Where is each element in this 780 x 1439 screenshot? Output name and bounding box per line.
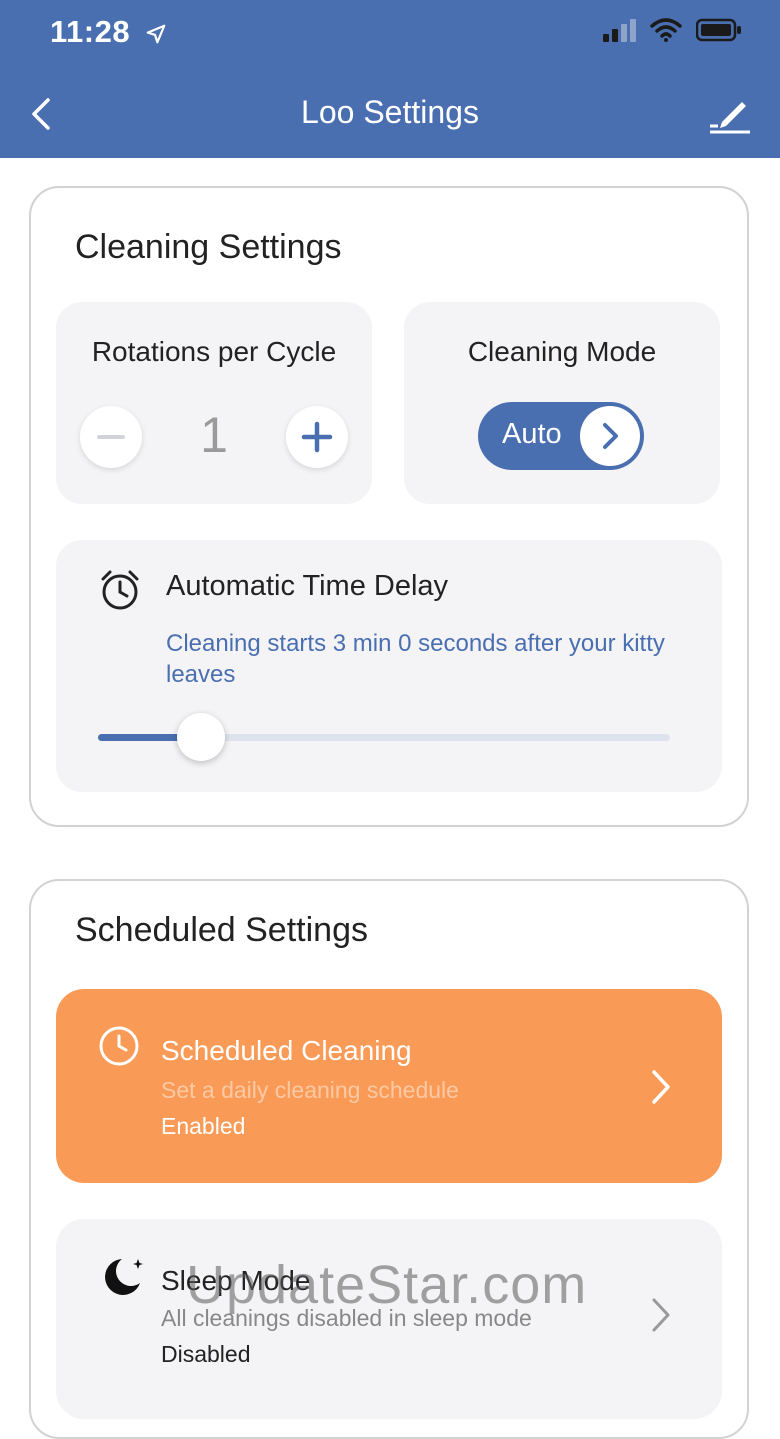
- rotations-label: Rotations per Cycle: [91, 336, 337, 367]
- sleep-mode-subtitle: All cleanings disabled in sleep mode: [161, 1305, 532, 1331]
- sleep-mode-title: Sleep Mode: [161, 1265, 311, 1296]
- signal-icon: [603, 19, 636, 42]
- sleep-mode-status: Disabled: [161, 1341, 251, 1367]
- cleaning-mode-label: Cleaning Mode: [467, 336, 657, 367]
- app-header: 11:28 Loo Settings: [0, 0, 780, 158]
- time-delay-tile: Automatic Time Delay Cleaning starts 3 m…: [56, 540, 722, 792]
- wifi-icon: [650, 18, 682, 42]
- status-time: 11:28: [50, 14, 167, 50]
- cleaning-mode-tile: Cleaning Mode Auto: [404, 302, 720, 504]
- increment-button[interactable]: [286, 406, 348, 468]
- sleep-mode-row[interactable]: Sleep Mode All cleanings disabled in sle…: [56, 1219, 722, 1419]
- time-delay-description: Cleaning starts 3 min 0 seconds after yo…: [166, 630, 665, 688]
- cleaning-mode-toggle[interactable]: Auto: [478, 402, 644, 470]
- cleaning-settings-card: Cleaning Settings Rotations per Cycle 1 …: [29, 186, 749, 827]
- battery-icon: [696, 18, 741, 42]
- cleaning-mode-value: Auto: [502, 418, 562, 450]
- slider-thumb[interactable]: [176, 713, 225, 761]
- scheduled-cleaning-row[interactable]: Scheduled Cleaning Set a daily cleaning …: [56, 989, 722, 1183]
- alarm-clock-icon: [101, 570, 139, 610]
- cleaning-settings-title: Cleaning Settings: [75, 228, 342, 266]
- mode-knob: [580, 406, 640, 466]
- clock-icon: [99, 1026, 139, 1066]
- scheduled-cleaning-title: Scheduled Cleaning: [161, 1035, 412, 1066]
- plus-icon: [301, 421, 333, 453]
- time-delay-slider[interactable]: [98, 713, 670, 761]
- chevron-right-icon: [652, 1070, 670, 1104]
- status-time-text: 11:28: [50, 14, 131, 49]
- scheduled-cleaning-subtitle: Set a daily cleaning schedule: [161, 1077, 459, 1103]
- scheduled-settings-title: Scheduled Settings: [75, 911, 368, 949]
- scheduled-settings-card: Scheduled Settings Scheduled Cleaning Se…: [29, 879, 749, 1439]
- scheduled-cleaning-status: Enabled: [161, 1113, 246, 1139]
- status-icons: [602, 18, 742, 42]
- chevron-right-icon: [652, 1298, 670, 1332]
- page-title: Loo Settings: [301, 94, 479, 130]
- location-arrow-icon: [146, 24, 166, 44]
- moon-stars-icon: [105, 1259, 143, 1295]
- rotations-tile: Rotations per Cycle 1: [56, 302, 372, 504]
- time-delay-title: Automatic Time Delay: [166, 570, 449, 602]
- chevron-right-icon: [603, 423, 618, 449]
- edit-pencil-icon[interactable]: [708, 92, 752, 136]
